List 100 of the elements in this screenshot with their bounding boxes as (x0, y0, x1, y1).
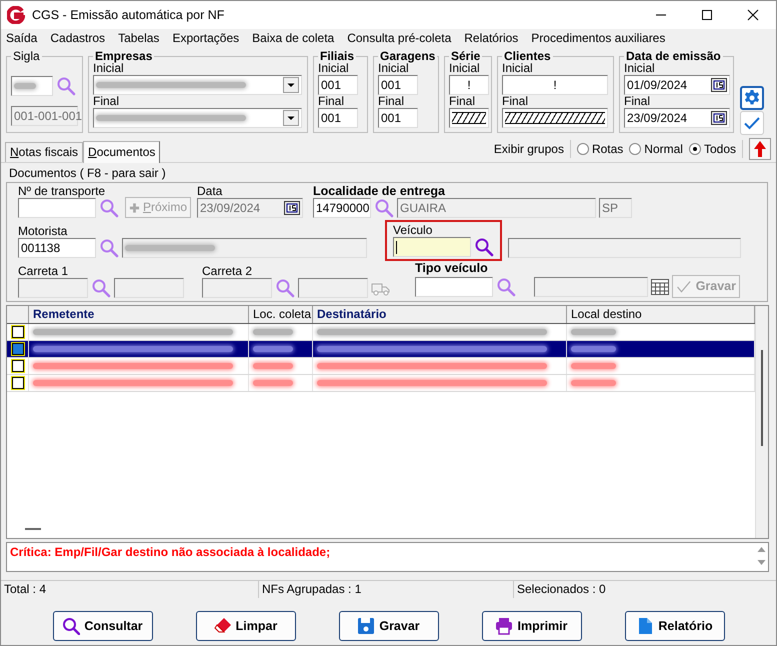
status-text: Total : 4 (3, 581, 48, 598)
search-icon[interactable] (474, 237, 494, 257)
trailer-description-field[interactable] (298, 278, 368, 298)
blurred-value (571, 380, 616, 386)
error-message: Crítica: Emp/Fil/Gar destino não associada à localidade; (9, 544, 332, 561)
field-label: Inicial (624, 62, 656, 75)
blurred-value (253, 380, 293, 386)
date-field[interactable]: 23/09/2024 (624, 108, 730, 128)
date-field[interactable]: 01/09/2024 (624, 75, 730, 95)
text-field[interactable]: ! (449, 75, 489, 95)
field-label: Final (449, 95, 476, 108)
vehicle-type-field[interactable] (415, 276, 493, 296)
text-field[interactable]: 001 (378, 108, 418, 128)
column-header[interactable]: Destinatário (313, 306, 567, 323)
menu-item[interactable]: Procedimentos auxiliares (531, 31, 666, 46)
group-label: Empresas (94, 50, 154, 62)
text-field[interactable]: 001 (318, 108, 358, 128)
field-label: Inicial (449, 62, 481, 75)
row-checkbox[interactable] (12, 377, 24, 389)
row-checkbox[interactable] (12, 360, 24, 372)
trailer-description-field[interactable] (114, 278, 184, 298)
close-icon[interactable] (747, 9, 759, 21)
action-button[interactable]: Relatório (624, 611, 724, 641)
caret-icon[interactable] (283, 77, 299, 93)
tab[interactable]: Notas fiscais (5, 142, 84, 162)
blurred-value (571, 346, 616, 352)
settings-button[interactable] (740, 86, 764, 110)
floppy-icon (357, 617, 376, 635)
vehicle-description-field[interactable] (508, 238, 741, 258)
radio-label[interactable]: Rotas (592, 142, 624, 156)
menu-item[interactable]: Tabelas (118, 31, 160, 46)
group-label: Série (450, 50, 482, 62)
action-button[interactable]: Gravar (338, 611, 438, 641)
menu-item[interactable]: Relatórios (464, 31, 518, 46)
text-field[interactable]: 001 (318, 75, 358, 95)
blurred-value (253, 363, 293, 369)
field-label: Data (197, 185, 224, 198)
calendar-icon[interactable] (711, 111, 727, 125)
text-field[interactable]: 001 (378, 75, 418, 95)
field-label: Motorista (18, 225, 68, 238)
radio-label[interactable]: Todos (704, 142, 736, 156)
panel-caption: Documentos ( F8 - para sair ) (8, 165, 167, 182)
column-header[interactable]: Remetente (29, 306, 249, 323)
city-field[interactable]: GUAIRA (397, 198, 596, 218)
maximize-icon[interactable] (701, 9, 713, 21)
settings-icon (743, 89, 761, 107)
eraser-icon (214, 617, 232, 635)
calculator-icon[interactable] (651, 278, 669, 294)
calendar-icon[interactable] (711, 78, 727, 92)
calendar-icon[interactable] (284, 201, 300, 215)
caret-icon[interactable] (283, 110, 299, 126)
locality-code-field[interactable]: 14790000 (313, 198, 371, 218)
text-field[interactable]: ! (502, 75, 608, 95)
confirm-button[interactable] (740, 111, 764, 135)
menu-item[interactable]: Consulta pré-coleta (347, 31, 452, 46)
action-button[interactable]: Limpar (196, 611, 296, 641)
text-field[interactable] (502, 108, 608, 128)
vehicle-type-description-field[interactable] (534, 276, 648, 296)
table-row[interactable] (7, 341, 755, 358)
group-label: Clientes (503, 50, 552, 62)
document-icon (636, 617, 654, 635)
up-arrow-button[interactable] (749, 138, 771, 160)
field-label: Inicial (502, 62, 534, 75)
field-label: Carreta 1 (18, 265, 70, 278)
field-label: Nº de transporte (18, 185, 106, 198)
field-label: Carreta 2 (202, 265, 254, 278)
menu-item[interactable]: Saída (6, 31, 38, 46)
field-label: Inicial (93, 62, 124, 75)
text-field[interactable] (449, 108, 489, 128)
state-field[interactable]: SP (599, 198, 632, 218)
blurred-value (571, 329, 616, 335)
trailer-field[interactable] (18, 278, 88, 298)
action-button[interactable]: Consultar (52, 611, 152, 641)
field-label: Final (378, 95, 406, 108)
tab[interactable]: Documentos (83, 141, 160, 163)
menu-item[interactable]: Exportações (172, 31, 240, 46)
menu-item[interactable]: Cadastros (50, 31, 106, 46)
action-button[interactable]: Imprimir (482, 611, 582, 641)
field-label: Final (624, 95, 652, 108)
plus-icon (129, 202, 140, 214)
sigla-field[interactable] (11, 76, 53, 96)
row-checkbox[interactable] (12, 343, 24, 355)
field-label: Exibir grupos (494, 142, 564, 156)
vehicle-field[interactable] (393, 237, 471, 257)
driver-code-field[interactable]: 001138 (18, 238, 96, 258)
field-label: Veículo (393, 224, 434, 237)
row-checkbox[interactable] (12, 326, 24, 338)
menu-item[interactable]: Baixa de coleta (252, 31, 334, 46)
field-label: Inicial (318, 62, 350, 75)
radio-label[interactable]: Normal (644, 142, 683, 156)
trailer-field[interactable] (202, 278, 272, 298)
dropdown-field[interactable] (93, 108, 302, 128)
blurred-value (14, 83, 36, 89)
transport-field[interactable] (18, 198, 96, 218)
column-header[interactable]: Loc. coleta (249, 306, 313, 323)
driver-name-field[interactable] (122, 238, 367, 258)
splitter-handle (25, 528, 41, 530)
date-field[interactable]: 23/09/2024 (197, 198, 303, 218)
search-icon (62, 617, 80, 635)
dropdown-field[interactable] (93, 75, 302, 95)
